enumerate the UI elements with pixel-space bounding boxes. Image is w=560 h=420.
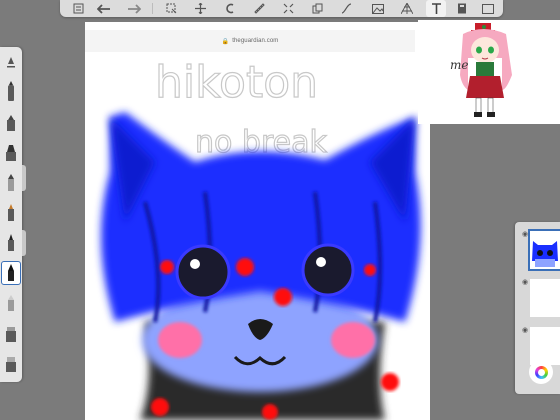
paintbrush-icon[interactable] [2, 142, 20, 164]
palette-handle-lower[interactable] [22, 230, 26, 256]
symmetry-icon[interactable] [220, 0, 240, 17]
import-image-icon[interactable] [368, 0, 388, 17]
copy-icon[interactable] [307, 0, 327, 17]
red-spot [151, 398, 169, 416]
red-spot [381, 373, 399, 391]
fill-icon[interactable] [2, 323, 20, 345]
drawing-canvas[interactable]: 🔒 theguardian.com hikoton no break [85, 22, 430, 420]
eye-icon[interactable]: ◉ [522, 326, 528, 334]
eye-icon[interactable]: ◉ [522, 278, 528, 286]
color-wheel-icon [534, 365, 548, 379]
gacha-character-image [460, 23, 512, 117]
pencil-icon[interactable] [2, 172, 20, 194]
palette-handle-upper[interactable] [22, 165, 26, 191]
red-spot [364, 264, 376, 276]
eraser-icon[interactable] [2, 292, 20, 314]
color-picker-button[interactable] [529, 360, 553, 384]
transform-icon[interactable] [190, 0, 210, 17]
layer-thumbnail [528, 229, 560, 271]
red-spot [262, 404, 278, 420]
red-spot [274, 288, 292, 306]
brush-palette [0, 47, 22, 382]
layer-thumbnail [530, 327, 560, 365]
layer-item[interactable]: ◉ [518, 274, 560, 319]
right-blush [331, 322, 375, 358]
select-icon[interactable] [161, 0, 181, 17]
ballpoint-pen-icon[interactable] [2, 202, 20, 224]
layer-thumbnail [530, 279, 560, 317]
layers-list-icon[interactable] [68, 0, 88, 17]
reference-image[interactable]: me [418, 20, 560, 124]
handwriting-line1: hikoton [155, 57, 318, 108]
distort-icon[interactable] [278, 0, 298, 17]
right-eye [301, 243, 355, 297]
reference-label: me [450, 58, 469, 72]
undo-icon[interactable] [94, 0, 114, 17]
perspective-icon[interactable] [397, 0, 417, 17]
left-eye [175, 244, 231, 300]
left-eye-highlight [190, 259, 200, 269]
calligraphy-pen-icon[interactable] [1, 261, 21, 285]
red-spot [236, 258, 254, 276]
artwork: hikoton no break [101, 56, 421, 420]
ink-pen-icon[interactable] [2, 232, 20, 254]
red-spot [160, 260, 174, 274]
right-eye-highlight [316, 257, 326, 267]
text-icon[interactable] [426, 0, 446, 17]
top-toolbar [60, 0, 503, 17]
fullscreen-icon[interactable] [478, 0, 498, 17]
curve-icon[interactable] [336, 0, 356, 17]
eye-icon[interactable]: ◉ [522, 230, 528, 238]
layer-item[interactable]: ◉ [518, 226, 560, 271]
blender-icon[interactable] [2, 353, 20, 375]
brush-size-icon[interactable] [2, 51, 20, 73]
left-blush [158, 322, 202, 358]
marker-icon[interactable] [2, 81, 20, 104]
ruler-icon[interactable] [249, 0, 269, 17]
airbrush-icon[interactable] [2, 112, 20, 134]
time-lapse-icon[interactable] [452, 0, 472, 17]
redo-icon[interactable] [124, 0, 144, 17]
